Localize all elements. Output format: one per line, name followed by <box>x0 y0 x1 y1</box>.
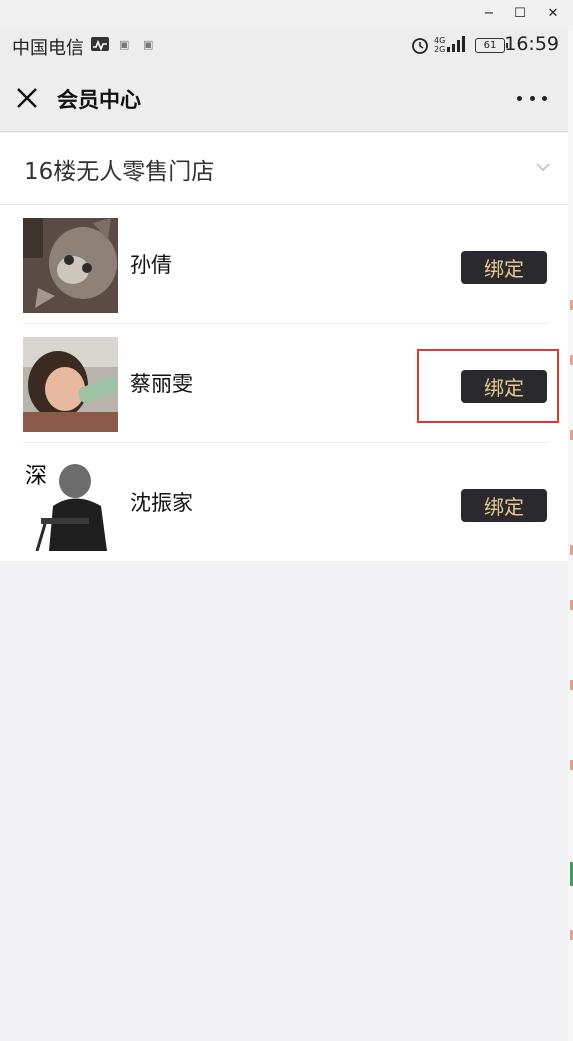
nav-bar: 会员中心 <box>0 64 573 132</box>
page-title: 会员中心 <box>57 88 141 112</box>
avatar-text: 深 思 <box>25 464 118 489</box>
member-name: 蔡丽雯 <box>130 372 193 396</box>
window-title-bar: − ☐ ✕ <box>0 0 573 26</box>
list-item: 深 思 沈振家 绑定 <box>0 443 573 562</box>
member-name: 沈振家 <box>130 491 193 515</box>
highlight-box <box>417 349 559 423</box>
bind-button[interactable]: 绑定 <box>461 489 547 522</box>
bind-button[interactable]: 绑定 <box>461 251 547 284</box>
cat-photo-avatar <box>23 218 118 313</box>
alarm-icon <box>410 35 430 59</box>
carrier-label: 中国电信 <box>12 38 84 59</box>
background-window-edge <box>568 26 573 1041</box>
dot <box>529 95 535 101</box>
minimize-button[interactable]: − <box>474 2 504 24</box>
store-name: 16楼无人零售门店 <box>24 159 215 185</box>
dot <box>542 95 547 101</box>
dot <box>517 95 522 101</box>
activity-icon <box>91 37 109 52</box>
close-icon[interactable] <box>13 84 41 112</box>
battery-icon: 61 <box>475 38 508 53</box>
signal-icon <box>447 36 465 56</box>
more-options-icon[interactable] <box>517 88 547 108</box>
app-notification-icon: ▣ <box>119 38 130 51</box>
app-notification-icon: ▣ <box>143 38 154 51</box>
network-type-label: 4G 2G <box>434 36 446 54</box>
chevron-down-icon <box>535 159 551 175</box>
battery-level: 61 <box>483 40 497 51</box>
close-window-button[interactable]: ✕ <box>538 2 568 24</box>
list-item: 孙倩 绑定 <box>0 205 573 324</box>
maximize-button[interactable]: ☐ <box>505 2 535 24</box>
status-bar: 中国电信 ▣ ▣ 4G 2G 61 16:59 <box>0 26 573 64</box>
child-drinking-avatar <box>23 337 118 432</box>
thinking-man-avatar: 深 思 <box>23 456 118 551</box>
store-selector[interactable]: 16楼无人零售门店 <box>0 133 573 205</box>
member-name: 孙倩 <box>130 253 172 277</box>
clock: 16:59 <box>504 33 559 55</box>
